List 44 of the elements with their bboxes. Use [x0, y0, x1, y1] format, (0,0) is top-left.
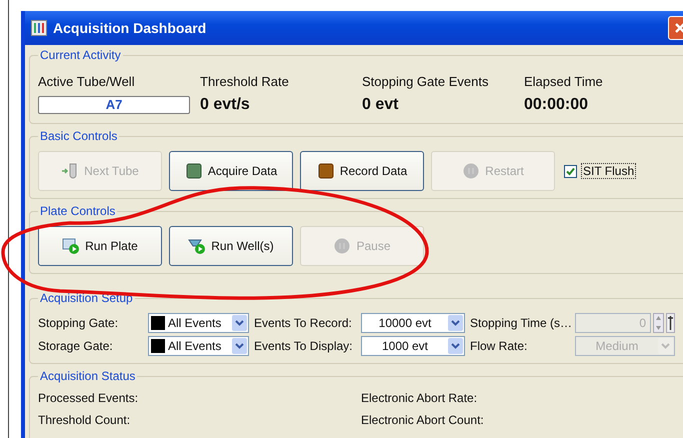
checkmark-icon	[565, 166, 576, 176]
dropdown[interactable]: 1000 evt	[361, 336, 465, 356]
close-icon	[674, 22, 683, 34]
section-title: Basic Controls	[39, 129, 118, 143]
action-button[interactable]: Record Data	[300, 151, 424, 191]
tube-well-field[interactable]: A7	[38, 96, 190, 114]
plate-play-icon	[62, 237, 80, 255]
field-label: Stopping Gate Events	[362, 74, 490, 89]
action-button[interactable]: Run Well(s)	[169, 226, 293, 266]
window-title: Acquisition Dashboard	[53, 20, 206, 36]
dropdown[interactable]: 10000 evt	[361, 313, 465, 333]
status-label: Electronic Abort Count:	[361, 413, 485, 427]
field-label: Stopping Time (s…	[469, 316, 574, 330]
square-icon	[316, 162, 335, 180]
section-title: Plate Controls	[39, 204, 116, 218]
field-label: Threshold Rate	[200, 74, 290, 89]
status-label: Electronic Abort Rate:	[361, 391, 478, 405]
tube-icon	[61, 162, 80, 180]
pause-icon	[333, 237, 352, 255]
app-icon	[31, 20, 47, 36]
field-label: Active Tube/Well	[38, 74, 136, 89]
action-button[interactable]: Run Plate	[38, 226, 162, 266]
field-label: Flow Rate:	[469, 339, 528, 353]
square-icon	[184, 162, 203, 180]
value-text: 0 evt/s	[200, 96, 251, 114]
pause-icon	[462, 162, 480, 180]
gate-dropdown[interactable]: All Events	[148, 336, 249, 356]
status-label: Threshold Count:	[38, 413, 132, 427]
value-text: 0 evt	[362, 96, 400, 114]
pin-icon[interactable]	[666, 313, 675, 333]
value-text: 00:00:00	[524, 96, 590, 114]
field-label: Stopping Gate:	[38, 316, 120, 330]
field-label: Events To Display:	[253, 339, 354, 353]
swatch-icon	[151, 316, 165, 330]
status-label: Processed Events:	[38, 391, 140, 405]
section-title: Current Activity	[39, 48, 122, 62]
field-label: Events To Record:	[253, 316, 353, 330]
well-play-icon	[188, 237, 206, 255]
field-label: Elapsed Time	[524, 74, 604, 89]
gate-dropdown[interactable]: All Events	[148, 313, 249, 333]
action-button[interactable]: Acquire Data	[169, 151, 293, 191]
field-label: Storage Gate:	[38, 339, 114, 353]
swatch-icon	[151, 339, 165, 353]
section-title: Acquisition Status	[39, 369, 136, 383]
